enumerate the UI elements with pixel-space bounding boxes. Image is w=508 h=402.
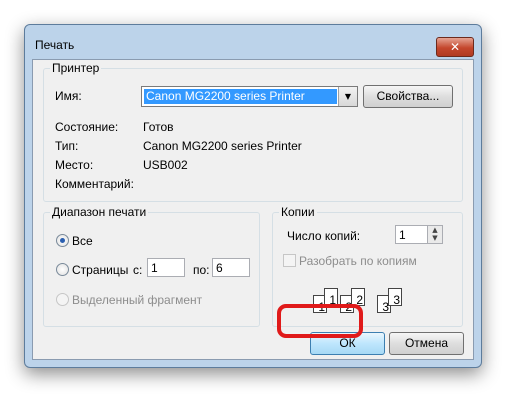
copies-spinner[interactable]: ▲ ▼	[427, 225, 443, 244]
collate-label[interactable]: Разобрать по копиям	[299, 254, 417, 268]
range-pages-radio[interactable]	[56, 263, 69, 276]
dialog-client-area: Принтер Имя: Canon MG2200 series Printer…	[32, 59, 474, 360]
range-selection-label[interactable]: Выделенный фрагмент	[72, 293, 202, 307]
spin-down-icon[interactable]: ▼	[428, 234, 442, 242]
state-label: Состояние:	[55, 120, 119, 134]
print-dialog: Печать ✕ Принтер Имя: Canon MG2200 serie…	[24, 24, 482, 368]
range-to-input[interactable]: 6	[212, 258, 250, 277]
range-to-label: по:	[193, 263, 210, 277]
copies-count-input[interactable]: 1	[395, 225, 428, 244]
location-value: USB002	[143, 158, 188, 172]
copies-count-label: Число копий:	[287, 229, 361, 243]
printer-name-select[interactable]: Canon MG2200 series Printer ▼	[141, 86, 358, 107]
range-all-radio[interactable]	[56, 234, 69, 247]
location-label: Место:	[55, 158, 94, 172]
type-value: Canon MG2200 series Printer	[143, 139, 302, 153]
printer-name-value: Canon MG2200 series Printer	[144, 89, 337, 104]
range-from-label: с:	[133, 263, 143, 277]
properties-button-label: Свойства...	[376, 89, 440, 103]
comment-label: Комментарий:	[55, 177, 134, 191]
cancel-button-label: Отмена	[404, 336, 449, 350]
spin-up-icon[interactable]: ▲	[428, 226, 442, 234]
range-pages-label[interactable]: Страницы	[72, 263, 128, 277]
printer-group: Принтер Имя: Canon MG2200 series Printer…	[43, 61, 463, 202]
copies-legend: Копии	[279, 205, 317, 219]
close-button[interactable]: ✕	[436, 37, 474, 57]
printer-name-label: Имя:	[55, 89, 82, 103]
type-label: Тип:	[55, 139, 79, 153]
state-value: Готов	[143, 120, 174, 134]
ok-button-highlight	[277, 304, 363, 338]
close-icon: ✕	[449, 40, 461, 54]
ok-button-label: ОК	[339, 336, 356, 350]
range-from-input[interactable]: 1	[147, 258, 185, 277]
collate-page: 3	[388, 288, 402, 307]
cancel-button[interactable]: Отмена	[389, 332, 464, 355]
range-all-label[interactable]: Все	[72, 234, 93, 248]
properties-button[interactable]: Свойства...	[363, 85, 453, 108]
title-bar[interactable]: Печать ✕	[25, 25, 481, 59]
print-range-legend: Диапазон печати	[50, 205, 149, 219]
print-range-group: Диапазон печати Все Страницы с: 1 по: 6 …	[43, 205, 260, 327]
range-selection-radio[interactable]	[56, 293, 69, 306]
chevron-down-icon[interactable]: ▼	[338, 87, 357, 106]
dialog-title: Печать	[35, 38, 75, 52]
printer-group-legend: Принтер	[50, 61, 102, 75]
collate-checkbox[interactable]	[283, 254, 296, 267]
